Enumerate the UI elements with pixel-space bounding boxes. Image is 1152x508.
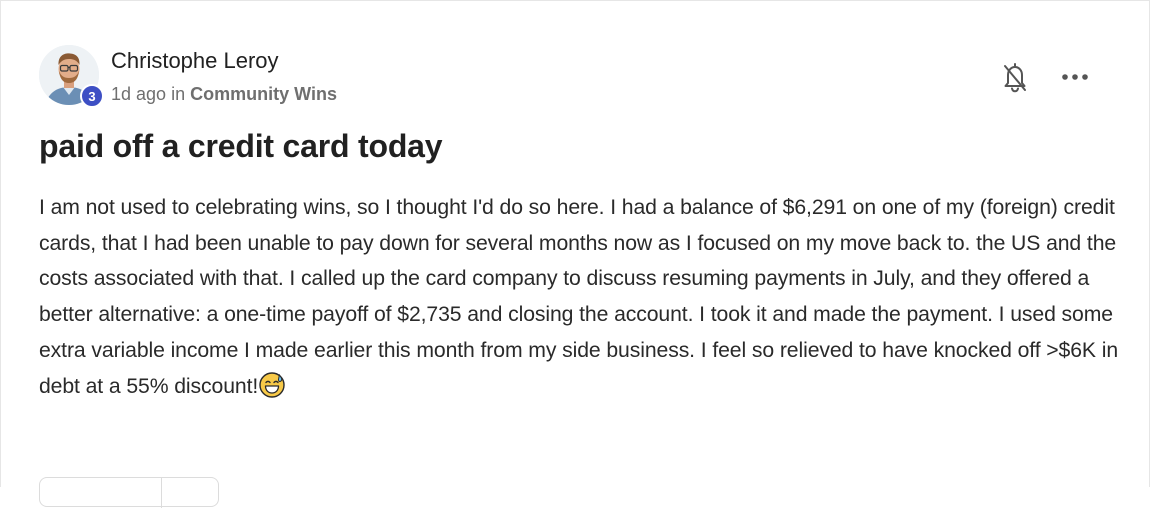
post-card: 3 Christophe Leroy 1d ago in Community W… [0,0,1150,508]
post-body: I am not used to celebrating wins, so I … [39,190,1119,404]
post-meta: 1d ago in Community Wins [111,84,337,105]
reaction-bar-divider [161,478,162,508]
reaction-bar[interactable] [39,477,219,508]
bell-muted-icon[interactable] [1001,61,1029,93]
grinning-sweat-emoji [259,371,285,398]
more-horizontal-icon[interactable] [1059,65,1091,89]
space-link[interactable]: Community Wins [190,84,337,104]
post-title: paid off a credit card today [39,128,443,164]
level-badge: 3 [80,84,104,108]
post-body-text: I am not used to celebrating wins, so I … [39,196,1119,398]
author-name[interactable]: Christophe Leroy [111,48,279,74]
post-meta-in: in [171,84,186,104]
post-time: 1d ago [111,84,167,104]
